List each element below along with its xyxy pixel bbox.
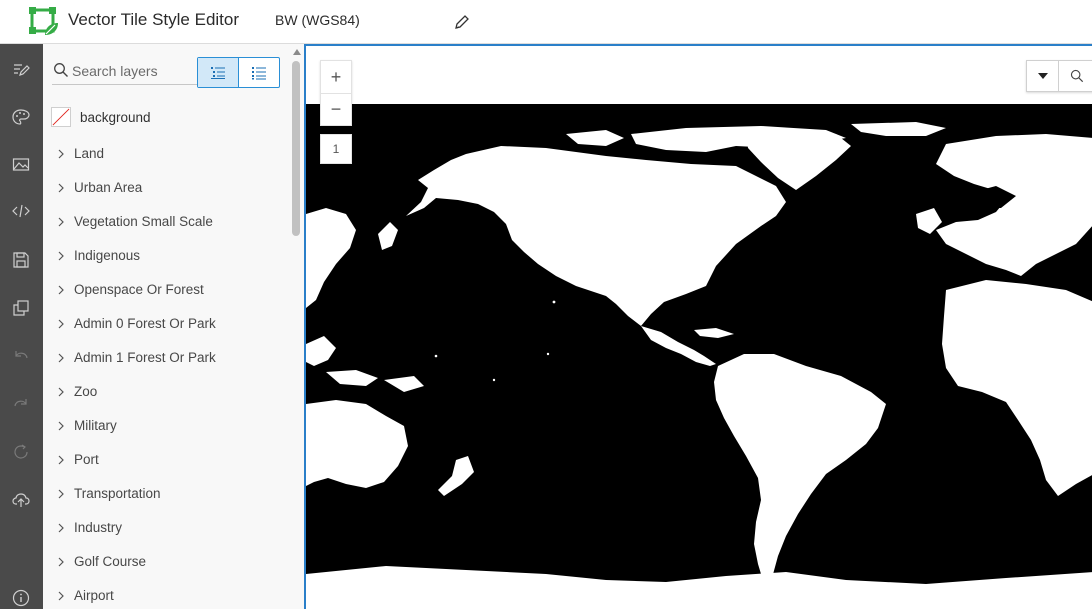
layer-row-background[interactable]: background [51, 107, 281, 129]
save-button[interactable] [7, 246, 35, 274]
undo-button[interactable] [7, 342, 35, 370]
layer-label: background [80, 110, 151, 125]
pacific-island-shape [434, 354, 438, 358]
import-button[interactable] [7, 486, 35, 514]
layer-panel: background Land Urban Area Vegetation Sm… [43, 44, 304, 609]
chevron-right-icon [58, 183, 64, 193]
tool-rail [0, 44, 43, 609]
indented-list-icon [210, 66, 225, 79]
layer-group-row[interactable]: Industry [43, 513, 288, 543]
layer-group-row[interactable]: Admin 0 Forest Or Park [43, 309, 288, 339]
edit-style-name-icon[interactable] [452, 12, 472, 32]
grouped-view-button[interactable] [198, 58, 239, 87]
zoom-control: + − [320, 60, 352, 126]
map-view[interactable]: + − 1 [304, 44, 1092, 609]
layer-group-row[interactable]: Military [43, 411, 288, 441]
app-logo-icon [29, 7, 58, 35]
layer-group-row[interactable]: Indigenous [43, 241, 288, 271]
map-search-widget [1026, 60, 1092, 92]
chevron-right-icon [58, 489, 64, 499]
zoom-in-button[interactable]: + [321, 61, 351, 93]
layer-label: Transportation [74, 486, 161, 501]
scroll-up-arrow-icon[interactable] [293, 49, 301, 55]
no-fill-swatch-icon [51, 107, 71, 127]
duplicate-icon [13, 300, 29, 316]
chevron-right-icon [58, 149, 64, 159]
layer-group-row[interactable]: Golf Course [43, 547, 288, 577]
chevron-right-icon [58, 591, 64, 601]
chevron-right-icon [58, 217, 64, 227]
pacific-island-shape [546, 352, 550, 356]
layer-group-row[interactable]: Zoo [43, 377, 288, 407]
layer-label: Openspace Or Forest [74, 282, 204, 297]
reset-icon [14, 444, 28, 459]
world-map[interactable] [306, 104, 1092, 609]
layer-label: Indigenous [74, 248, 141, 263]
search-icon [1070, 69, 1084, 83]
layer-label: Military [74, 418, 117, 433]
layer-label: Port [74, 452, 99, 467]
chevron-right-icon [58, 421, 64, 431]
zoom-out-button[interactable]: − [321, 93, 351, 125]
app-title: Vector Tile Style Editor [68, 10, 240, 29]
info-button[interactable] [7, 584, 35, 609]
chevron-right-icon [58, 387, 64, 397]
edit-json-button[interactable] [7, 197, 35, 225]
caret-down-icon [1037, 73, 1048, 79]
layer-label: Land [74, 146, 105, 161]
layer-label: Industry [74, 520, 123, 535]
layer-group-row[interactable]: Admin 1 Forest Or Park [43, 343, 288, 373]
search-icon [54, 63, 68, 77]
chevron-right-icon [58, 353, 64, 363]
chevron-right-icon [58, 455, 64, 465]
list-icon [251, 66, 266, 79]
chevron-right-icon [58, 285, 64, 295]
layer-label: Golf Course [74, 554, 147, 569]
search-source-dropdown[interactable] [1027, 61, 1059, 91]
edit-colors-button[interactable] [7, 103, 35, 131]
chevron-right-icon [58, 251, 64, 261]
app-header: Vector Tile Style Editor BW (WGS84) [0, 0, 1092, 44]
redo-button[interactable] [7, 390, 35, 418]
chevron-right-icon [58, 319, 64, 329]
layer-group-row[interactable]: Openspace Or Forest [43, 275, 288, 305]
code-icon [12, 204, 30, 218]
flat-view-button[interactable] [239, 58, 280, 87]
upload-icon [12, 493, 30, 507]
layer-group-row[interactable]: Airport [43, 581, 288, 609]
pacific-island-shape [492, 378, 496, 382]
layer-label: Urban Area [74, 180, 143, 195]
scroll-thumb[interactable] [292, 61, 300, 236]
redo-icon [14, 399, 27, 407]
reset-button[interactable] [7, 438, 35, 466]
save-as-button[interactable] [7, 294, 35, 322]
edit-sprites-button[interactable] [7, 150, 35, 178]
style-name: BW (WGS84) [275, 12, 360, 28]
pacific-island-shape [552, 300, 556, 304]
layer-label: Admin 0 Forest Or Park [74, 316, 216, 331]
edit-style-icon [14, 64, 30, 76]
chevron-right-icon [58, 523, 64, 533]
layer-group-row[interactable]: Transportation [43, 479, 288, 509]
paint-palette-icon [12, 109, 30, 125]
map-search-button[interactable] [1059, 61, 1092, 91]
zoom-level-indicator: 1 [320, 134, 352, 164]
layer-view-toggle [197, 57, 280, 88]
layer-panel-scrollbar[interactable] [289, 44, 304, 609]
layer-group-row[interactable]: Urban Area [43, 173, 288, 203]
save-icon [13, 252, 29, 268]
edit-style-button[interactable] [7, 56, 35, 84]
undo-icon [15, 351, 28, 359]
layer-label: Zoo [74, 384, 98, 399]
layer-label: Airport [74, 588, 114, 603]
layer-label: Vegetation Small Scale [74, 214, 213, 229]
layer-group-row[interactable]: Port [43, 445, 288, 475]
layer-label: Admin 1 Forest Or Park [74, 350, 216, 365]
layer-group-row[interactable]: Vegetation Small Scale [43, 207, 288, 237]
layer-group-row[interactable]: Land [43, 139, 288, 169]
chevron-right-icon [58, 557, 64, 567]
info-icon [12, 589, 30, 607]
image-icon [12, 158, 30, 171]
